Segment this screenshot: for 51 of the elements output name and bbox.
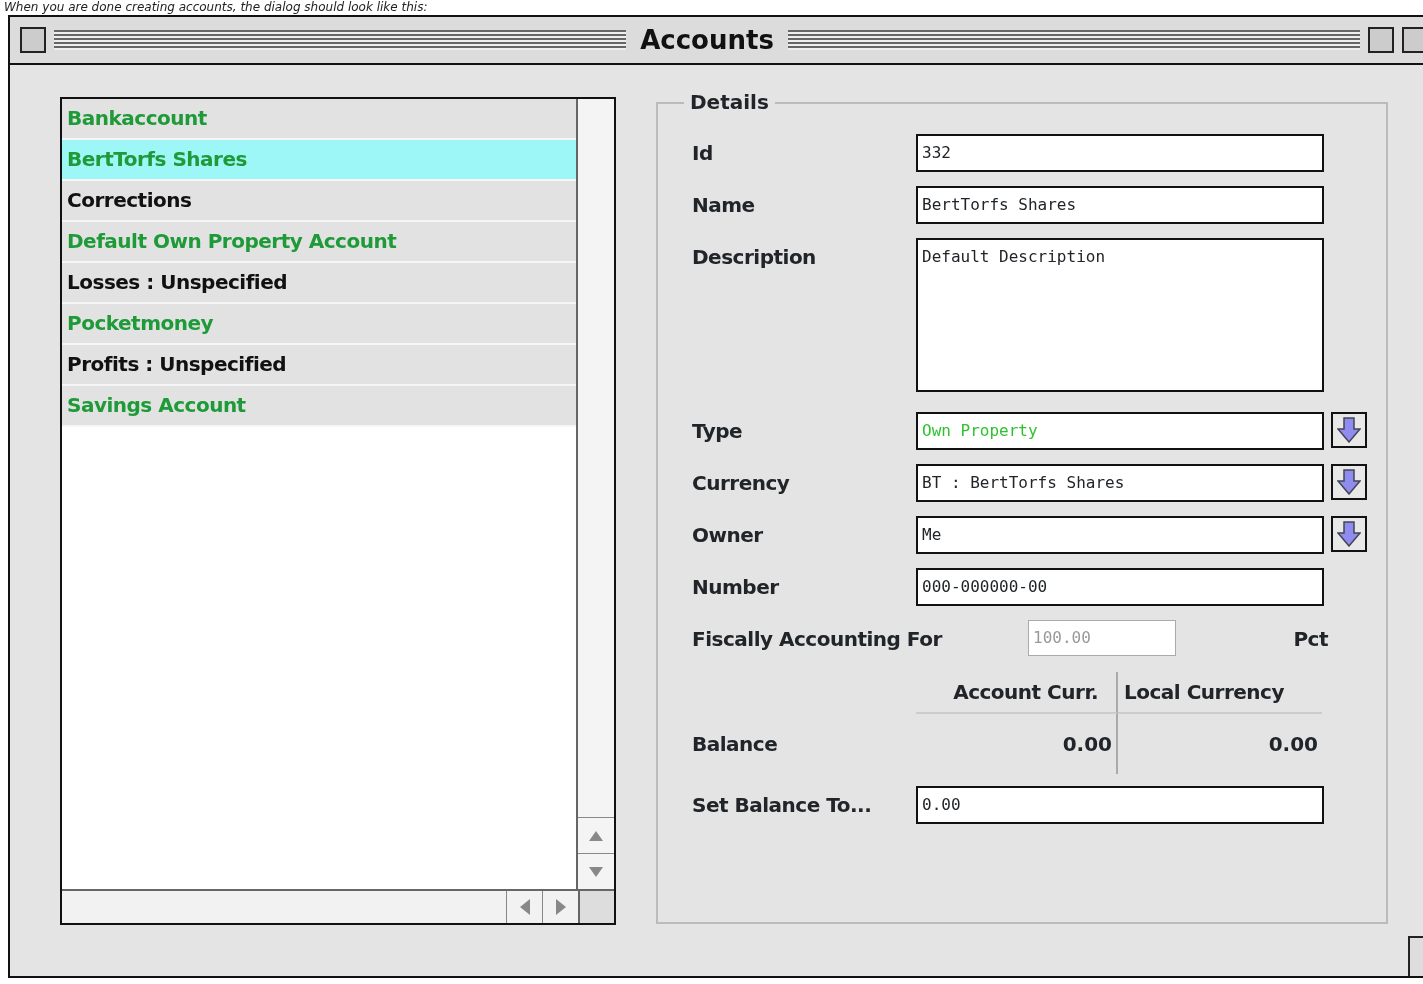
scroll-right-icon[interactable] — [554, 899, 567, 915]
account-name: BertTorfs Shares — [67, 147, 247, 171]
column-header: Local Currency — [1118, 672, 1322, 714]
field-label: Id — [692, 140, 714, 167]
input-field[interactable]: 332 — [916, 134, 1324, 172]
vertical-scrollbar[interactable] — [578, 99, 614, 889]
account-item[interactable]: Losses : Unspecified — [62, 263, 576, 304]
window-title: Accounts — [639, 23, 775, 57]
account-name: Default Own Property Account — [67, 229, 397, 253]
scroll-up-icon[interactable] — [589, 829, 603, 842]
dropdown-field[interactable]: Me — [916, 516, 1324, 554]
dropdown-button[interactable] — [1331, 516, 1367, 552]
scroll-left-icon[interactable] — [518, 899, 531, 915]
field-label: Description — [692, 244, 817, 271]
scrollbar-corner — [578, 889, 614, 923]
dropdown-button[interactable] — [1331, 412, 1367, 448]
scroll-down-icon[interactable] — [589, 865, 603, 878]
horizontal-scrollbar[interactable] — [62, 889, 578, 923]
collapse-box[interactable] — [1402, 27, 1423, 53]
balance-value: 0.00 — [916, 714, 1118, 774]
input-field[interactable]: BertTorfs Shares — [916, 186, 1324, 224]
account-name: Profits : Unspecified — [67, 352, 287, 376]
down-arrow-icon — [1337, 417, 1361, 443]
field-label: Number — [692, 574, 780, 601]
dropdown-field[interactable]: BT : BertTorfs Shares — [916, 464, 1324, 502]
field-label: Owner — [692, 522, 764, 549]
account-name: Losses : Unspecified — [67, 270, 288, 294]
down-arrow-icon — [1337, 521, 1361, 547]
caption-text: When you are done creating accounts, the dialog should look like this: — [3, 0, 429, 15]
unit-label: Pct — [1293, 626, 1328, 653]
account-name: Savings Account — [67, 393, 246, 417]
account-item[interactable]: Corrections — [62, 181, 576, 222]
dropdown-button[interactable] — [1331, 464, 1367, 500]
close-box[interactable] — [20, 27, 46, 53]
field-label: Balance — [692, 731, 779, 758]
account-name: Corrections — [67, 188, 192, 212]
field-label: Type — [692, 418, 744, 445]
input-field[interactable]: 0.00 — [916, 786, 1324, 824]
down-arrow-icon — [1337, 469, 1361, 495]
field-label: Name — [692, 192, 756, 219]
account-name: Bankaccount — [67, 106, 207, 130]
zoom-box[interactable] — [1368, 27, 1394, 53]
input-field[interactable]: 000-000000-00 — [916, 568, 1324, 606]
text-area[interactable]: Default Description — [916, 238, 1324, 392]
field-label: Currency — [692, 470, 791, 497]
field-label: Set Balance To... — [692, 792, 873, 819]
field-label: Fiscally Accounting For — [692, 626, 944, 653]
column-header: Account Curr. — [916, 672, 1118, 714]
account-item[interactable]: Profits : Unspecified — [62, 345, 576, 386]
balance-value: 0.00 — [1267, 731, 1319, 758]
account-name: Pocketmoney — [67, 311, 214, 335]
